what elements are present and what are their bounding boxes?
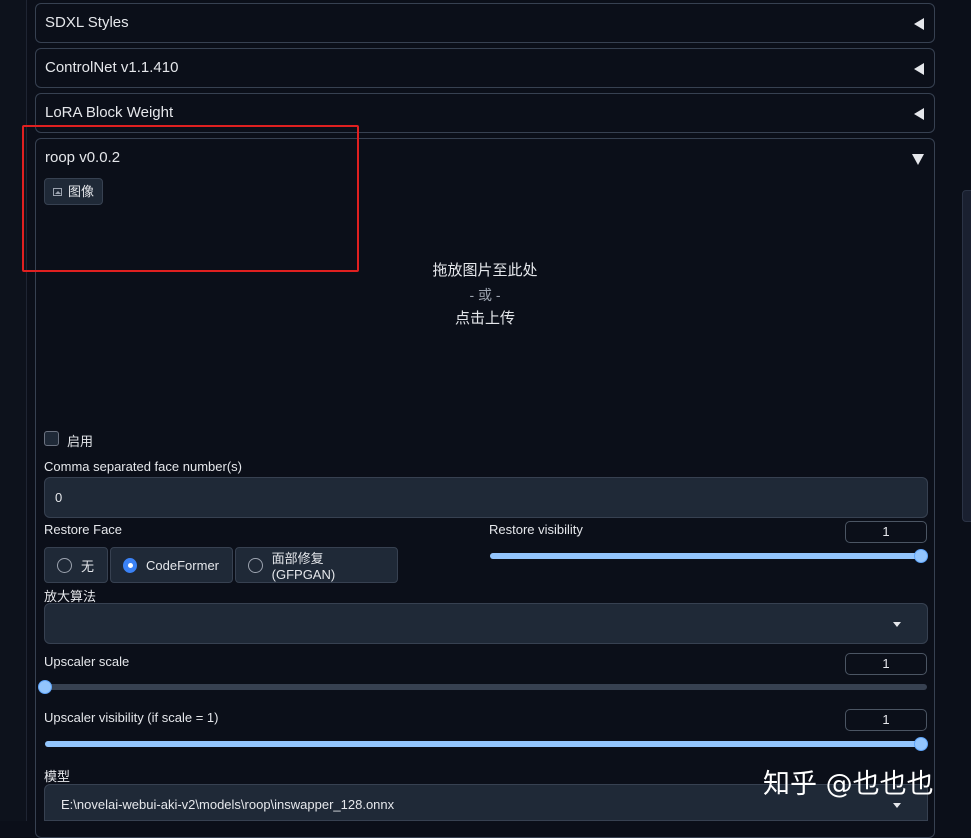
restore-visibility-number[interactable]: 1 (845, 521, 927, 543)
model-value: E:\novelai-webui-aki-v2\models\roop\insw… (61, 797, 395, 812)
drop-or-text: - 或 - (469, 287, 501, 303)
accordion-sdxl-styles[interactable]: SDXL Styles (35, 3, 935, 43)
caret-left-icon[interactable] (914, 63, 924, 75)
click-upload-text: 点击上传 (454, 310, 515, 327)
accordion-title: ControlNet v1.1.410 (45, 59, 179, 76)
enable-checkbox[interactable] (44, 431, 59, 446)
highlight-box (22, 125, 359, 272)
caret-left-icon[interactable] (914, 18, 924, 30)
right-scrollbar[interactable] (962, 190, 971, 522)
radio-label: 无 (80, 558, 94, 574)
upscaler-scale-slider[interactable] (38, 680, 927, 694)
upscaler-visibility-label: Upscaler visibility (if scale = 1) (44, 710, 219, 725)
radio-label: 面部修复(GFPGAN) (271, 551, 336, 582)
radio-option-codeformer[interactable]: CodeFormer (110, 547, 233, 583)
radio-circle[interactable] (248, 557, 263, 573)
enable-label: 启用 (67, 434, 94, 449)
radio-label: CodeFormer (146, 557, 219, 573)
slider-fill (45, 741, 921, 747)
upscaler-dropdown[interactable] (44, 603, 928, 644)
chevron-down-icon[interactable] (893, 622, 901, 627)
slider-thumb[interactable] (914, 737, 928, 751)
slider-fill (490, 553, 921, 559)
radio-option-gfpgan[interactable]: 面部修复(GFPGAN) (235, 547, 398, 583)
watermark-text: 知乎 @也也也 (763, 769, 934, 800)
upscaler-visibility-slider[interactable] (45, 737, 928, 751)
accordion-title: SDXL Styles (45, 14, 129, 31)
caret-down-icon[interactable] (912, 154, 924, 165)
left-scroll-rail (0, 0, 27, 821)
slider-thumb[interactable] (38, 680, 52, 694)
restore-visibility-slider[interactable] (490, 549, 928, 563)
restore-face-radio-group: 无 CodeFormer 面部修复(GFPGAN) (44, 547, 400, 583)
restore-visibility-label: Restore visibility (489, 522, 583, 537)
upscaler-visibility-number[interactable]: 1 (845, 709, 927, 731)
slider-thumb[interactable] (914, 549, 928, 563)
radio-option-none[interactable]: 无 (44, 547, 108, 583)
caret-left-icon[interactable] (914, 108, 924, 120)
accordion-controlnet[interactable]: ControlNet v1.1.410 (35, 48, 935, 88)
radio-circle[interactable] (57, 557, 72, 573)
face-number-label: Comma separated face number(s) (44, 459, 242, 474)
upscaler-scale-label: Upscaler scale (44, 654, 130, 669)
radio-circle-selected[interactable] (123, 557, 138, 573)
face-number-input[interactable]: 0 (44, 477, 928, 518)
restore-face-label: Restore Face (44, 522, 123, 537)
upscaler-scale-number[interactable]: 1 (845, 653, 927, 675)
chevron-down-icon[interactable] (893, 803, 901, 808)
model-label: 模型 (44, 769, 71, 784)
